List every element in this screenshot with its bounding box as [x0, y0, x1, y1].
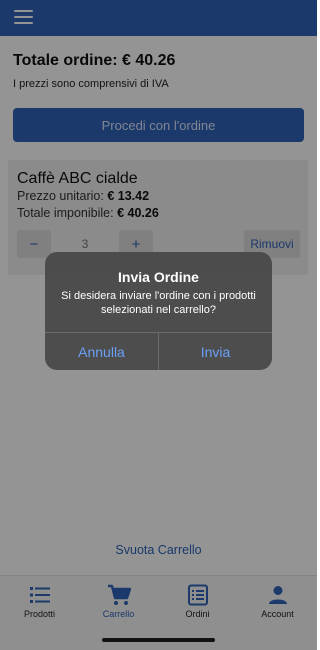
send-button[interactable]: Invia [159, 333, 272, 370]
send-order-dialog: Invia Ordine Si desidera inviare l'ordin… [45, 252, 272, 370]
home-indicator [102, 638, 215, 642]
dialog-message: Si desidera inviare l'ordine con i prodo… [61, 290, 256, 316]
cancel-button[interactable]: Annulla [45, 333, 158, 370]
dialog-title: Invia Ordine [118, 269, 199, 285]
app-screen: Totale ordine: € 40.26 I prezzi sono com… [0, 0, 317, 650]
